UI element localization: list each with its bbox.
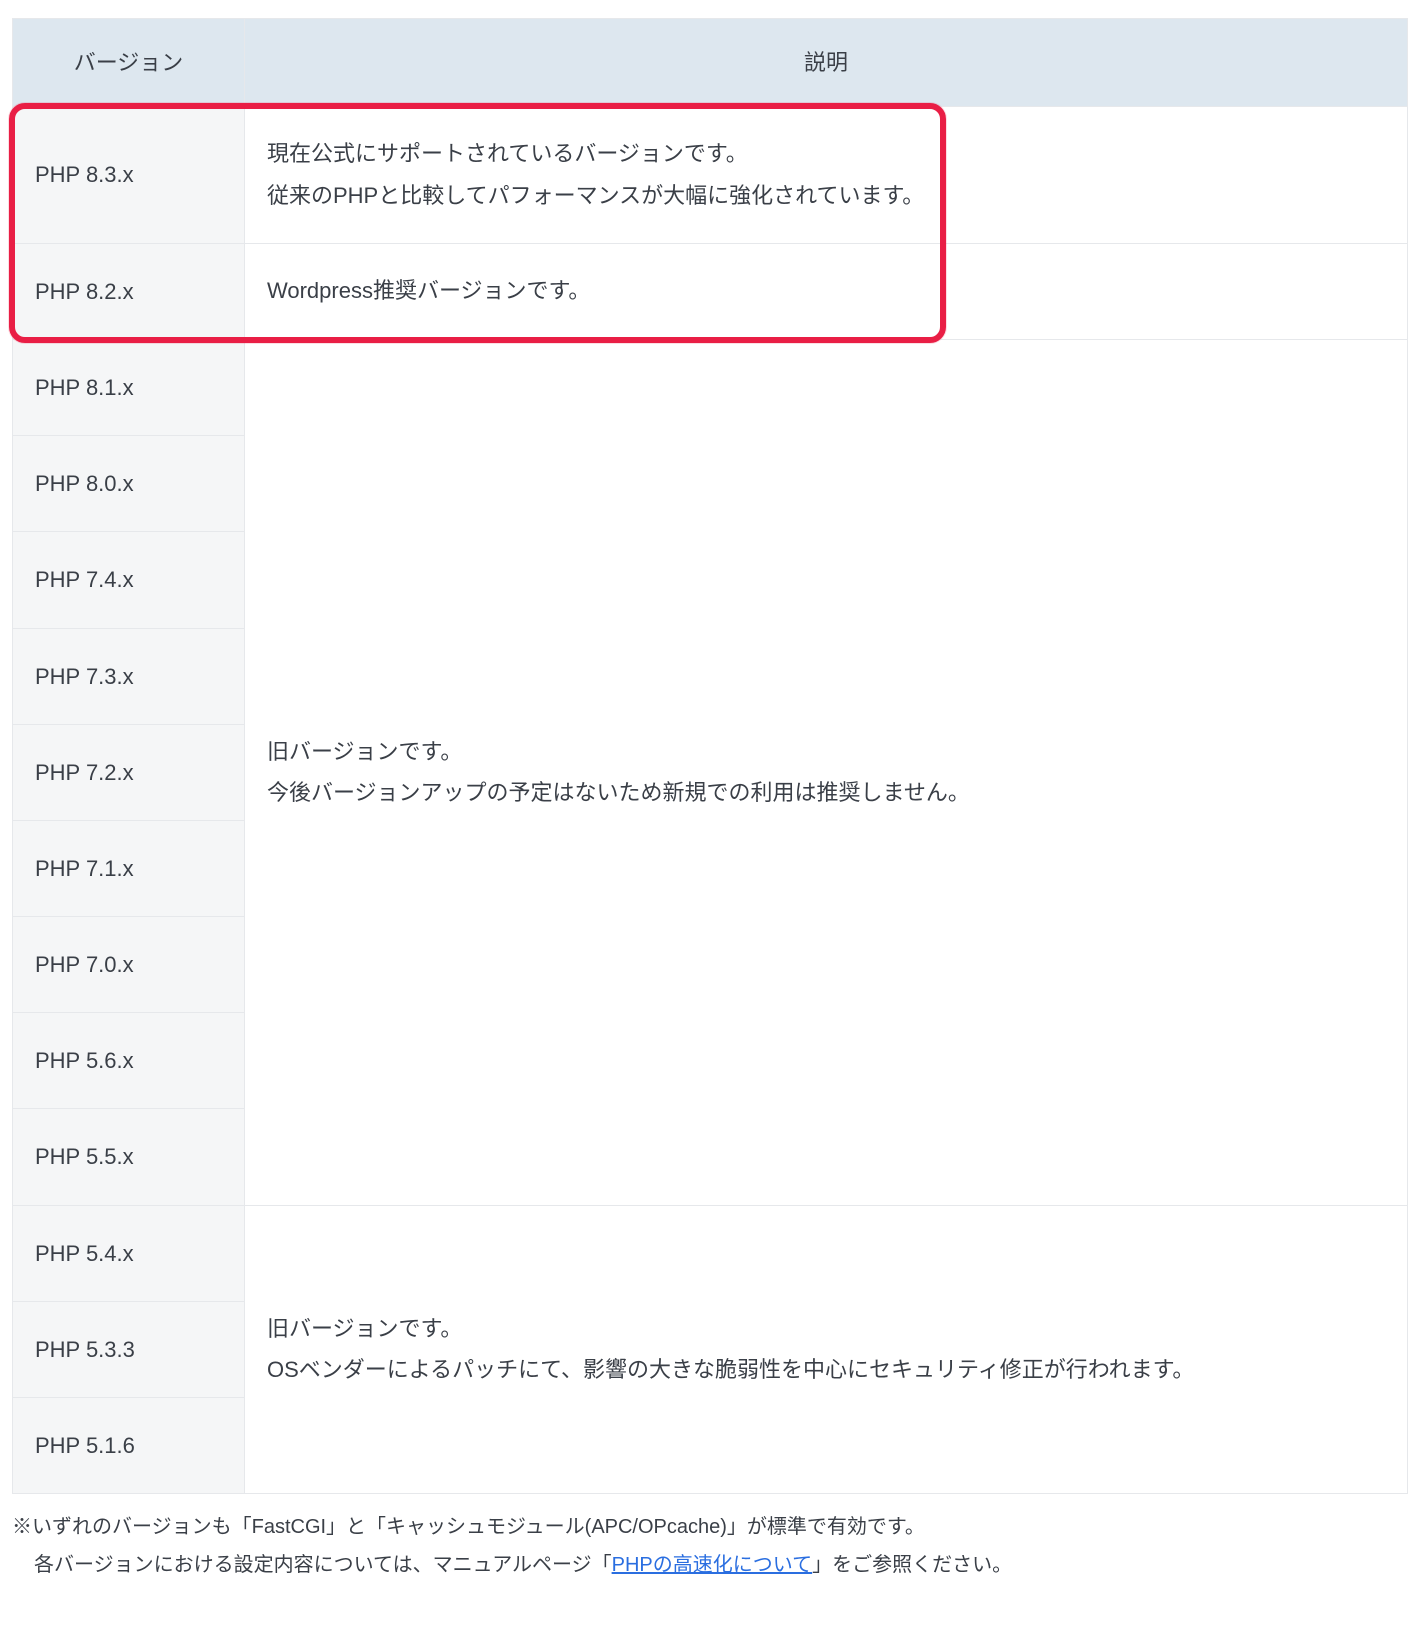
version-cell: PHP 5.3.3 — [13, 1301, 245, 1397]
version-cell: PHP 8.0.x — [13, 436, 245, 532]
header-version: バージョン — [13, 19, 245, 107]
version-cell: PHP 5.6.x — [13, 1013, 245, 1109]
php-version-table-wrap: バージョン 説明 PHP 8.3.x現在公式にサポートされているバージョンです。… — [12, 18, 1408, 1494]
version-cell: PHP 7.0.x — [13, 917, 245, 1013]
table-header-row: バージョン 説明 — [13, 19, 1408, 107]
version-cell: PHP 7.4.x — [13, 532, 245, 628]
version-cell: PHP 8.1.x — [13, 339, 245, 435]
version-cell: PHP 8.3.x — [13, 107, 245, 244]
php-version-table: バージョン 説明 PHP 8.3.x現在公式にサポートされているバージョンです。… — [12, 18, 1408, 1494]
version-cell: PHP 7.2.x — [13, 724, 245, 820]
version-cell: PHP 5.4.x — [13, 1205, 245, 1301]
version-cell: PHP 5.5.x — [13, 1109, 245, 1205]
version-cell: PHP 7.1.x — [13, 820, 245, 916]
table-row: PHP 8.2.xWordpress推奨バージョンです。 — [13, 243, 1408, 339]
version-cell: PHP 7.3.x — [13, 628, 245, 724]
table-row: PHP 8.3.x現在公式にサポートされているバージョンです。従来のPHPと比較… — [13, 107, 1408, 244]
note-line-2-suffix: 」をご参照ください。 — [812, 1554, 1012, 1576]
description-cell: 旧バージョンです。今後バージョンアップの予定はないため新規での利用は推奨しません… — [245, 339, 1408, 1205]
note-line-1: ※いずれのバージョンも「FastCGI」と「キャッシュモジュール(APC/OPc… — [12, 1516, 925, 1538]
version-cell: PHP 8.2.x — [13, 243, 245, 339]
footer-notes: ※いずれのバージョンも「FastCGI」と「キャッシュモジュール(APC/OPc… — [12, 1508, 1408, 1584]
php-speedup-link[interactable]: PHPの高速化について — [612, 1554, 813, 1576]
note-line-2: 各バージョンにおける設定内容については、マニュアルページ「PHPの高速化について… — [12, 1546, 1408, 1584]
header-description: 説明 — [245, 19, 1408, 107]
description-cell: Wordpress推奨バージョンです。 — [245, 243, 1408, 339]
version-cell: PHP 5.1.6 — [13, 1398, 245, 1494]
description-cell: 現在公式にサポートされているバージョンです。従来のPHPと比較してパフォーマンス… — [245, 107, 1408, 244]
table-row: PHP 5.4.x旧バージョンです。OSベンダーによるパッチにて、影響の大きな脆… — [13, 1205, 1408, 1301]
description-cell: 旧バージョンです。OSベンダーによるパッチにて、影響の大きな脆弱性を中心にセキュ… — [245, 1205, 1408, 1494]
table-row: PHP 8.1.x旧バージョンです。今後バージョンアップの予定はないため新規での… — [13, 339, 1408, 435]
note-line-2-prefix: 各バージョンにおける設定内容については、マニュアルページ「 — [34, 1554, 612, 1576]
